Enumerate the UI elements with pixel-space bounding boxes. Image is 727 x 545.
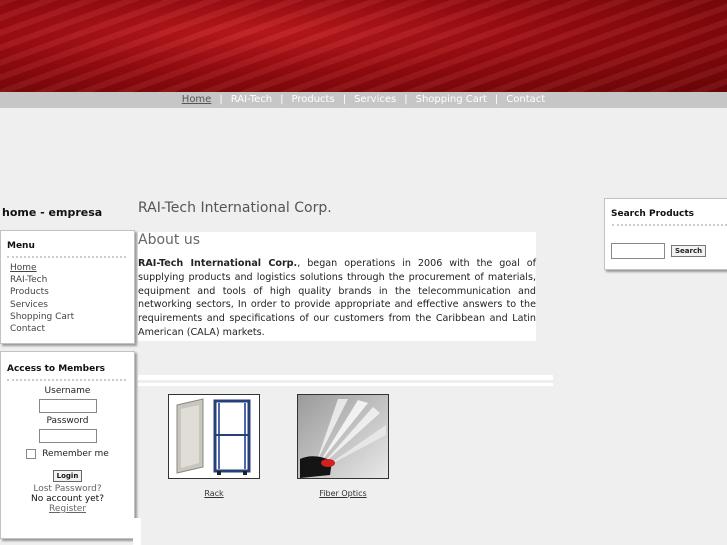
lost-password-link[interactable]: Lost Password?: [1, 484, 134, 494]
register-link[interactable]: Register: [1, 504, 134, 514]
nav-products[interactable]: Products: [292, 94, 335, 105]
search-panel: Search Products Search: [604, 198, 727, 270]
username-label: Username: [44, 386, 91, 396]
about-text: , began operations in 2006 with the goal…: [138, 258, 536, 338]
nav-rai-tech[interactable]: RAI-Tech: [231, 94, 272, 105]
username-input[interactable]: [38, 399, 97, 413]
dotted-divider: [612, 224, 727, 226]
menu-item-shopping-cart[interactable]: Shopping Cart: [10, 311, 134, 323]
search-title: Search Products: [611, 209, 695, 219]
fiber-optics-link[interactable]: Fiber Optics: [288, 489, 398, 498]
no-account-text: No account yet?: [31, 494, 104, 504]
login-panel: Access to Members Username Password Reme…: [0, 351, 135, 539]
divider-bar: [138, 383, 553, 386]
menu-item-products[interactable]: Products: [10, 286, 134, 298]
menu-panel: Menu Home RAI-Tech Products Services Sho…: [0, 230, 135, 344]
remember-checkbox[interactable]: [26, 448, 37, 459]
nav-home[interactable]: Home: [182, 94, 212, 105]
login-button[interactable]: Login: [52, 470, 83, 482]
nav-separator: |: [404, 94, 408, 105]
nav-shopping-cart[interactable]: Shopping Cart: [416, 94, 487, 105]
about-section: About us RAI-Tech International Corp., b…: [138, 232, 536, 341]
rack-link[interactable]: Rack: [159, 489, 269, 498]
nav-separator: |: [219, 94, 223, 105]
remember-label: Remember me: [42, 449, 109, 459]
menu-item-services[interactable]: Services: [10, 299, 134, 311]
column-stub: [133, 518, 141, 545]
fiber-illustration: [298, 395, 388, 478]
menu-item-home[interactable]: Home: [10, 262, 134, 274]
nav-separator: |: [494, 94, 499, 105]
search-input[interactable]: [611, 243, 665, 259]
divider-bar: [138, 375, 553, 380]
dotted-divider: [7, 379, 126, 381]
header-banner: [0, 0, 727, 92]
password-input[interactable]: [38, 429, 97, 443]
menu-title: Menu: [7, 241, 35, 251]
product-rack[interactable]: Rack: [159, 394, 269, 498]
rack-image[interactable]: [168, 394, 260, 479]
about-company: RAI-Tech International Corp.: [138, 258, 298, 269]
menu-list: Home RAI-Tech Products Services Shopping…: [1, 262, 134, 335]
rack-illustration: [169, 395, 259, 478]
product-fiber-optics[interactable]: Fiber Optics: [288, 394, 398, 498]
login-title: Access to Members: [7, 364, 105, 374]
nav-separator: |: [280, 94, 284, 105]
nav-services[interactable]: Services: [354, 94, 396, 105]
menu-item-rai-tech[interactable]: RAI-Tech: [10, 274, 134, 286]
about-title: About us: [138, 232, 201, 248]
about-paragraph: RAI-Tech International Corp., began oper…: [138, 257, 536, 340]
menu-item-contact[interactable]: Contact: [10, 323, 134, 335]
site-title: home - empresa: [2, 206, 103, 219]
nav-contact[interactable]: Contact: [506, 94, 545, 105]
fiber-optics-image[interactable]: [297, 394, 389, 479]
top-navigation: Home | RAI-Tech | Products | Services | Shopping…: [0, 92, 727, 108]
search-button[interactable]: Search: [671, 245, 707, 257]
dotted-divider: [7, 256, 126, 258]
page-title: RAI-Tech International Corp.: [138, 200, 332, 216]
password-label: Password: [46, 416, 89, 426]
nav-separator: |: [342, 94, 347, 105]
